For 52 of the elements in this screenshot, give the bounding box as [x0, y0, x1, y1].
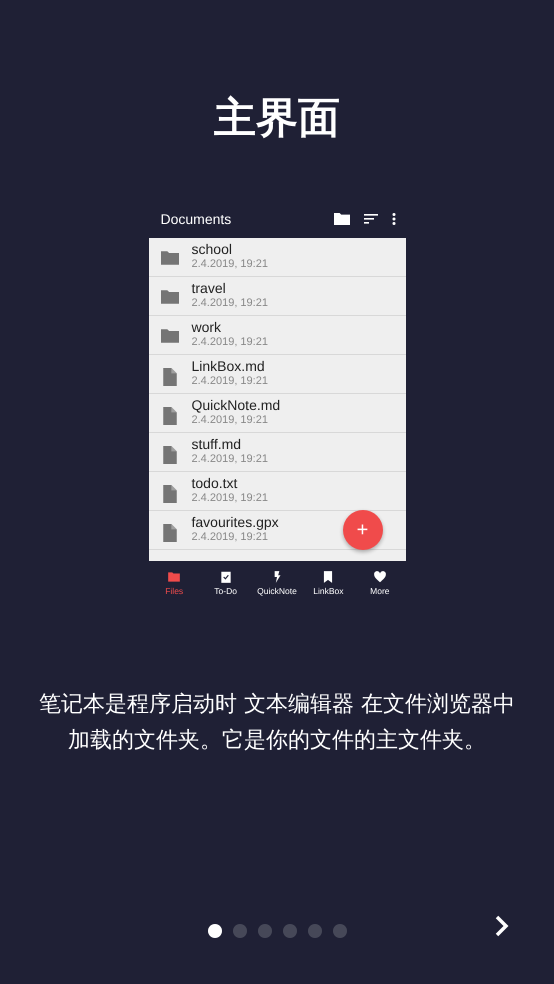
- file-date: 2.4.2019, 19:21: [192, 296, 268, 310]
- page-dot[interactable]: [232, 924, 246, 938]
- file-name: favourites.gpx: [192, 514, 279, 530]
- more-icon[interactable]: [392, 213, 396, 225]
- page-dot[interactable]: [258, 924, 272, 938]
- file-row[interactable]: work 2.4.2019, 19:21: [148, 316, 406, 355]
- folder-icon: [161, 290, 179, 304]
- page-dot[interactable]: [282, 924, 296, 938]
- file-name: school: [192, 241, 233, 257]
- file-icon: [163, 407, 177, 425]
- file-date: 2.4.2019, 19:21: [192, 257, 268, 271]
- nav-tab[interactable]: More: [354, 561, 406, 605]
- page-dot[interactable]: [208, 924, 222, 938]
- file-row[interactable]: LinkBox.md 2.4.2019, 19:21: [148, 355, 406, 394]
- file-icon: [163, 524, 177, 542]
- file-row[interactable]: travel 2.4.2019, 19:21: [148, 277, 406, 316]
- description-text: 笔记本是程序启动时 文本编辑器 在文件浏览器中加载的文件夹。它是你的文件的主文件夹。: [38, 691, 516, 755]
- file-row[interactable]: todo.txt 2.4.2019, 19:21: [148, 472, 406, 511]
- file-date: 2.4.2019, 19:21: [192, 374, 268, 388]
- file-date: 2.4.2019, 19:21: [192, 530, 269, 544]
- nav-tab[interactable]: QuickNote: [251, 561, 303, 605]
- file-date: 2.4.2019, 19:21: [192, 413, 269, 427]
- next-icon[interactable]: [494, 914, 510, 938]
- nav-tab[interactable]: To-Do: [200, 561, 252, 605]
- file-name: travel: [192, 280, 227, 296]
- file-date: 2.4.2019, 19:21: [192, 335, 268, 349]
- file-row[interactable]: QuickNote.md 2.4.2019, 19:21: [148, 394, 406, 433]
- file-icon: [163, 446, 177, 464]
- file-name: QuickNote.md: [192, 397, 280, 413]
- nav-tab[interactable]: LinkBox: [302, 561, 354, 605]
- nav-tab[interactable]: Files: [148, 561, 200, 605]
- file-name: todo.txt: [192, 475, 238, 491]
- file-icon: [163, 485, 177, 503]
- file-name: stuff.md: [192, 436, 242, 452]
- page-dot[interactable]: [308, 924, 322, 938]
- folder-icon: [161, 329, 179, 343]
- file-row[interactable]: stuff.md 2.4.2019, 19:21: [148, 433, 406, 472]
- page-dot[interactable]: [332, 924, 346, 938]
- file-name: LinkBox.md: [192, 358, 266, 374]
- file-row[interactable]: school 2.4.2019, 19:21: [148, 238, 406, 277]
- file-icon: [163, 368, 177, 386]
- file-date: 2.4.2019, 19:21: [192, 491, 268, 505]
- file-name: work: [192, 319, 222, 335]
- folder-icon: [167, 570, 182, 584]
- folder-icon: [161, 251, 179, 265]
- toolbar-title: Documents: [160, 211, 232, 227]
- folder-icon[interactable]: [334, 212, 350, 226]
- todo-icon: [218, 570, 233, 584]
- heart-icon: [372, 570, 387, 584]
- sort-icon[interactable]: [364, 214, 378, 224]
- page-title: 主界面: [214, 92, 340, 144]
- file-date: 2.4.2019, 19:21: [192, 452, 268, 466]
